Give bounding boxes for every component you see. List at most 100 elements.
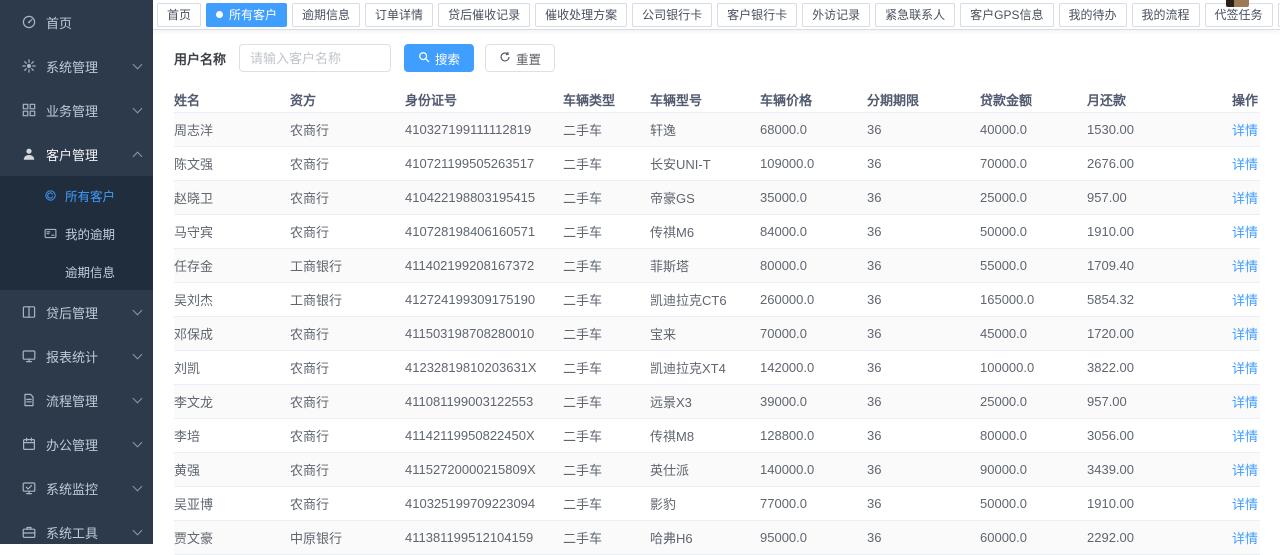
cell-monthly: 5854.32 — [1087, 282, 1197, 316]
cell-funder: 农商行 — [290, 214, 405, 248]
tab[interactable]: 所有客户 × — [206, 3, 287, 27]
sidebar-item[interactable]: 系统工具 — [0, 510, 153, 544]
cell-id-number: 41152720000215809X — [405, 452, 563, 486]
sidebar-item[interactable]: 系统监控 — [0, 466, 153, 510]
tab-label: 催收处理方案 — [545, 6, 617, 23]
cell-term: 36 — [867, 180, 980, 214]
detail-link[interactable]: 详情 — [1232, 225, 1258, 240]
cell-loan: 25000.0 — [980, 180, 1087, 214]
sidebar-item[interactable]: 流程管理 — [0, 378, 153, 422]
tab[interactable]: 客户银行卡 × — [717, 3, 797, 27]
cell-loan: 25000.0 — [980, 384, 1087, 418]
cell-funder: 农商行 — [290, 146, 405, 180]
tab-label: 代签任务 — [1215, 6, 1263, 23]
sidebar-item[interactable]: 所有客户 — [0, 176, 153, 214]
table-row: 黄强 农商行 41152720000215809X 二手车 英仕派 140000… — [174, 452, 1260, 486]
detail-link[interactable]: 详情 — [1232, 157, 1258, 172]
detail-link[interactable]: 详情 — [1232, 497, 1258, 512]
cell-price: 77000.0 — [760, 486, 867, 520]
cell-vehicle-type: 二手车 — [563, 384, 650, 418]
detail-link[interactable]: 详情 — [1232, 531, 1258, 546]
cell-vehicle-model: 英仕派 — [650, 452, 760, 486]
table-row: 赵晓卫 农商行 410422198803195415 二手车 帝豪GS 3500… — [174, 180, 1260, 214]
detail-link[interactable]: 详情 — [1232, 259, 1258, 274]
cell-loan: 60000.0 — [980, 520, 1087, 554]
detail-link[interactable]: 详情 — [1232, 293, 1258, 308]
cell-term: 36 — [867, 452, 980, 486]
sidebar-item[interactable]: 逾期信息 — [0, 252, 153, 290]
sidebar-item-label: 系统工具 — [46, 523, 134, 542]
cell-monthly: 1530.00 — [1087, 112, 1197, 146]
active-dot-icon — [216, 11, 223, 18]
cell-term: 36 — [867, 146, 980, 180]
cell-vehicle-type: 二手车 — [563, 452, 650, 486]
tab-label: 我的流程 — [1142, 6, 1190, 23]
tab[interactable]: 贷后催收记录 × — [438, 3, 530, 27]
tab[interactable]: 我的流程 × — [1132, 3, 1200, 27]
column-header: 操作 — [1197, 87, 1260, 112]
detail-link[interactable]: 详情 — [1232, 361, 1258, 376]
cell-id-number: 412724199309175190 — [405, 282, 563, 316]
tab-label: 公司银行卡 — [642, 6, 702, 23]
detail-link[interactable]: 详情 — [1232, 327, 1258, 342]
cell-funder: 工商银行 — [290, 282, 405, 316]
cell-id-number: 411081199003122553 — [405, 384, 563, 418]
sidebar-item[interactable]: 业务管理 — [0, 88, 153, 132]
cell-monthly: 3056.00 — [1087, 418, 1197, 452]
search-input[interactable] — [239, 44, 391, 72]
tab-label: 首页 — [167, 6, 191, 23]
cell-monthly: 1910.00 — [1087, 486, 1197, 520]
cell-funder: 农商行 — [290, 486, 405, 520]
table-row: 李培 农商行 41142119950822450X 二手车 传祺M8 12880… — [174, 418, 1260, 452]
tab[interactable]: 首页 × — [157, 3, 201, 27]
cell-price: 109000.0 — [760, 146, 867, 180]
content: 用户名称 搜索 重置 姓名 — [153, 30, 1280, 555]
detail-link[interactable]: 详情 — [1232, 191, 1258, 206]
detail-link[interactable]: 详情 — [1232, 395, 1258, 410]
sidebar-item[interactable]: 客户管理 — [0, 132, 153, 176]
search-button[interactable]: 搜索 — [404, 44, 474, 72]
cell-loan: 50000.0 — [980, 214, 1087, 248]
cell-vehicle-model: 传祺M8 — [650, 418, 760, 452]
avatar-fragment — [1226, 0, 1249, 7]
cell-vehicle-type: 二手车 — [563, 316, 650, 350]
sidebar-item[interactable]: 我的逾期 — [0, 214, 153, 252]
tab[interactable]: 客户GPS信息 × — [960, 3, 1053, 27]
sidebar-item-label: 系统管理 — [46, 57, 134, 76]
tab[interactable]: 逾期信息 × — [292, 3, 360, 27]
sidebar-item[interactable]: 办公管理 — [0, 422, 153, 466]
cell-name: 赵晓卫 — [174, 180, 290, 214]
cell-monthly: 957.00 — [1087, 180, 1197, 214]
sidebar-item[interactable]: 首页 — [0, 0, 153, 44]
cell-term: 36 — [867, 418, 980, 452]
cell-monthly: 3439.00 — [1087, 452, 1197, 486]
reset-button[interactable]: 重置 — [485, 44, 555, 72]
tab[interactable]: 紧急联系人 × — [875, 3, 955, 27]
sidebar-item[interactable]: 系统管理 — [0, 44, 153, 88]
cell-id-number: 410728198406160571 — [405, 214, 563, 248]
menu-icon — [22, 59, 36, 73]
menu-icon — [22, 147, 36, 161]
detail-link[interactable]: 详情 — [1232, 123, 1258, 138]
cell-price: 95000.0 — [760, 520, 867, 554]
sidebar-item-label: 报表统计 — [46, 347, 134, 366]
sidebar-item[interactable]: 贷后管理 — [0, 290, 153, 334]
tab[interactable]: 我的待办 × — [1059, 3, 1127, 27]
cell-price: 84000.0 — [760, 214, 867, 248]
tab[interactable]: 公司银行卡 × — [632, 3, 712, 27]
tab[interactable]: 订单详情 × — [365, 3, 433, 27]
menu-icon — [22, 15, 36, 29]
sidebar-item[interactable]: 报表统计 — [0, 334, 153, 378]
tab[interactable]: 催收处理方案 × — [535, 3, 627, 27]
detail-link[interactable]: 详情 — [1232, 463, 1258, 478]
cell-price: 260000.0 — [760, 282, 867, 316]
cell-term: 36 — [867, 350, 980, 384]
cell-vehicle-model: 远景X3 — [650, 384, 760, 418]
cell-price: 80000.0 — [760, 248, 867, 282]
cell-funder: 农商行 — [290, 112, 405, 146]
tab[interactable]: 外访记录 × — [802, 3, 870, 27]
cell-vehicle-model: 帝豪GS — [650, 180, 760, 214]
detail-link[interactable]: 详情 — [1232, 429, 1258, 444]
chevron-icon — [133, 151, 143, 161]
sidebar-item-label: 系统监控 — [46, 479, 134, 498]
